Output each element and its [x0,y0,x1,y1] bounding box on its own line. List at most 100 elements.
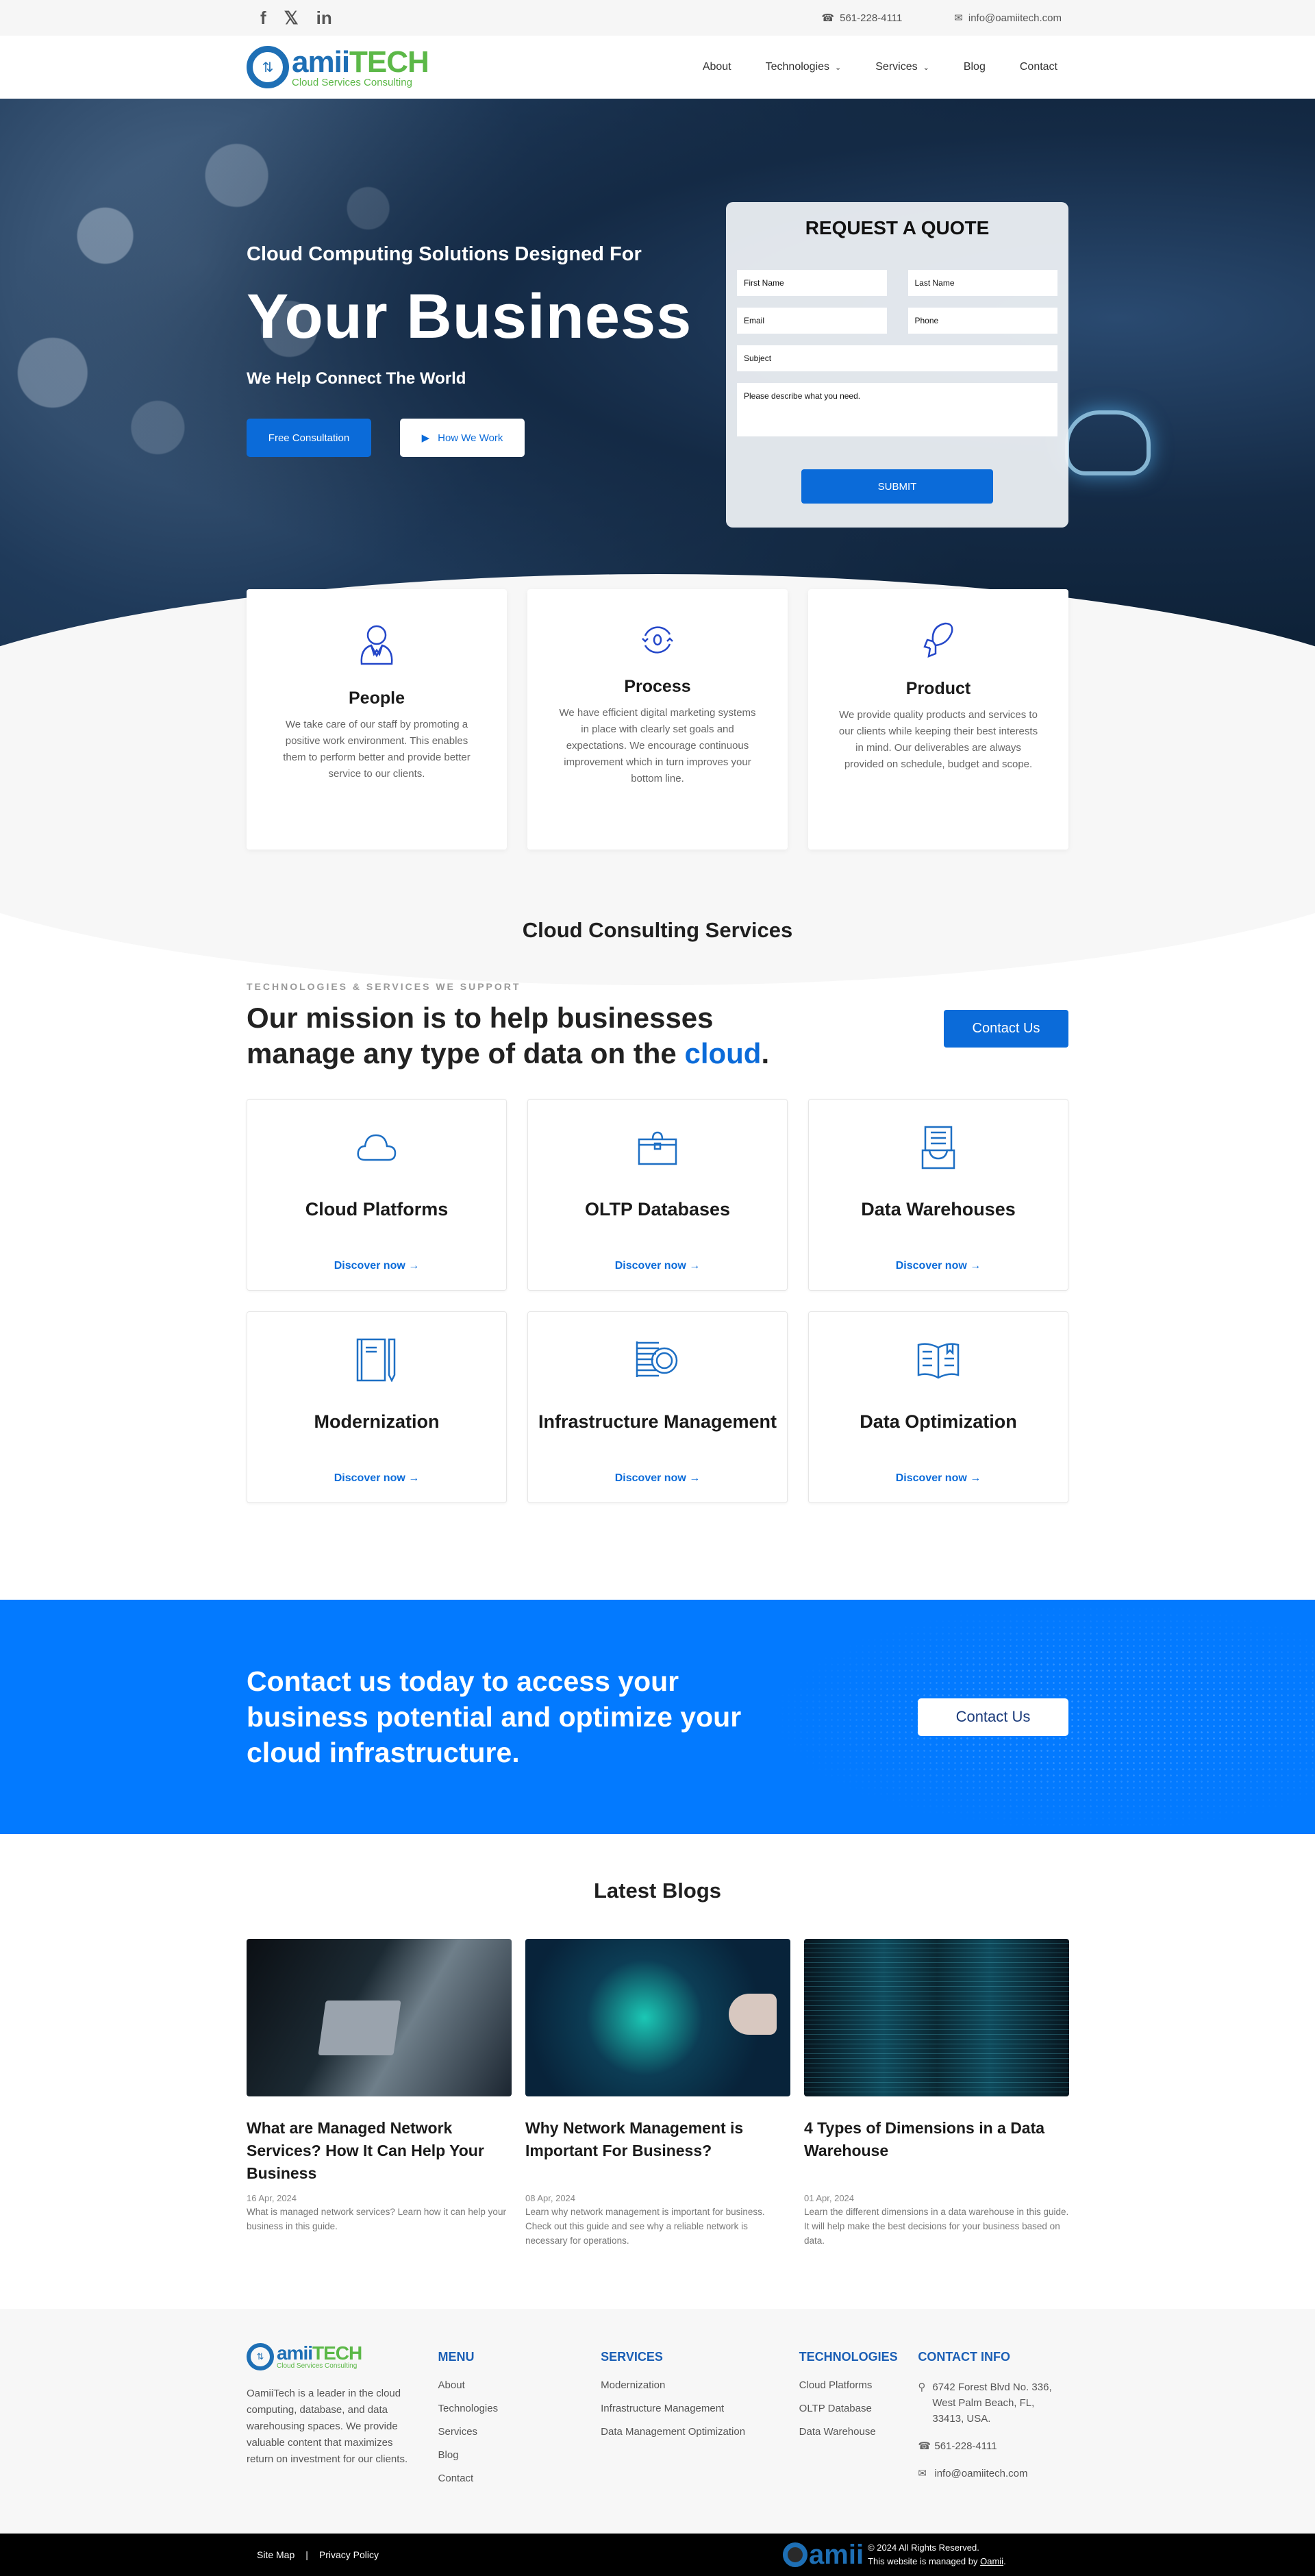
logo-tagline: Cloud Services Consulting [292,76,412,88]
service-card-infrastructure-management[interactable]: Infrastructure Management Discover now → [527,1311,788,1503]
blog-image[interactable] [804,1939,1069,2096]
contact-us-button[interactable]: Contact Us [944,1010,1068,1048]
discover-now-link[interactable]: Discover now → [334,1472,419,1485]
footer-email[interactable]: ✉ info@oamiitech.com [918,2466,1068,2481]
privacy-policy-link[interactable]: Privacy Policy [319,2549,379,2560]
phone-icon: ☎ [821,12,835,24]
how-we-work-button[interactable]: ▶ How We Work [400,419,525,457]
footer-link-infrastructure[interactable]: Infrastructure Management [601,2403,799,2414]
main-nav: About Technologies ⌄ Services ⌄ Blog Conta… [703,61,1057,73]
services-grid: Cloud Platforms Discover now → OLTP Data… [247,1099,1068,1503]
discover-now-link[interactable]: Discover now → [615,1472,700,1485]
service-card-data-warehouses[interactable]: Data Warehouses Discover now → [808,1099,1068,1291]
facebook-icon[interactable]: f [260,9,266,27]
email-icon: ✉ [954,12,963,24]
footer-address: ⚲ 6742 Forest Blvd No. 336, West Palm Bea… [918,2379,1068,2427]
blog-date: 01 Apr, 2024 [804,2193,855,2203]
feature-text: We provide quality products and services… [838,709,1038,770]
coins-stack-icon [528,1336,787,1384]
blog-card[interactable]: 4 Types of Dimensions in a Data Warehous… [804,1939,1069,2248]
message-textarea[interactable]: Please describe what you need. [737,383,1057,436]
x-twitter-icon[interactable]: 𝕏 [284,9,299,27]
person-icon [247,620,507,669]
email-field[interactable]: Email [737,308,887,334]
notebook-pencil-icon [247,1336,506,1384]
footer-services-heading: SERVICES [601,2350,663,2364]
footer-logo[interactable]: ⇅ amiiTECH Cloud Services Consulting [247,2343,438,2370]
footer-link-contact[interactable]: Contact [438,2473,601,2484]
blog-title[interactable]: 4 Types of Dimensions in a Data Warehous… [804,2117,1069,2185]
oamii-link[interactable]: Oamii [980,2556,1003,2566]
footer-link-about[interactable]: About [438,2379,601,2391]
footer-link-blog[interactable]: Blog [438,2449,601,2461]
blogs-section: Latest Blogs What are Managed Network Se… [0,1850,1315,2248]
service-card-data-optimization[interactable]: Data Optimization Discover now → [808,1311,1068,1503]
briefcase-icon [528,1124,787,1172]
chevron-down-icon: ⌄ [835,64,842,72]
service-card-oltp-databases[interactable]: OLTP Databases Discover now → [527,1099,788,1291]
blog-image[interactable] [247,1939,512,2096]
discover-now-link[interactable]: Discover now → [896,1260,981,1272]
blog-card[interactable]: Why Network Management is Important For … [525,1939,790,2248]
phone-icon: ☎ [918,2440,931,2452]
discover-now-link[interactable]: Discover now → [615,1260,700,1272]
first-name-field[interactable]: First Name [737,270,887,296]
feature-text: We take care of our staff by promoting a… [283,719,471,780]
last-name-field[interactable]: Last Name [907,270,1057,296]
footer-link-oltp[interactable]: OLTP Database [799,2403,918,2414]
nav-services[interactable]: Services ⌄ [875,61,929,73]
cta-banner: Contact us today to access your business… [0,1600,1315,1834]
footer-link-data-optimization[interactable]: Data Management Optimization [601,2426,799,2438]
logo-cloud-icon: ⇅ [247,46,289,88]
footer-link-cloud-platforms[interactable]: Cloud Platforms [799,2379,918,2391]
nav-blog[interactable]: Blog [964,61,986,73]
free-consultation-button[interactable]: Free Consultation [247,419,371,457]
subject-field[interactable]: Subject [737,345,1057,371]
footer-phone[interactable]: ☎ 561-228-4111 [918,2438,1068,2454]
blog-title[interactable]: Why Network Management is Important For … [525,2117,790,2185]
blog-image[interactable] [525,1939,790,2096]
footer-link-technologies[interactable]: Technologies [438,2403,601,2414]
footer: ⇅ amiiTECH Cloud Services Consulting Oam… [0,2309,1315,2534]
service-card-cloud-platforms[interactable]: Cloud Platforms Discover now → [247,1099,507,1291]
nav-contact[interactable]: Contact [1020,61,1057,73]
discover-now-link[interactable]: Discover now → [334,1260,419,1272]
cloud-icon [247,1124,506,1172]
footer-link-modernization[interactable]: Modernization [601,2379,799,2391]
feature-card-product: Product We provide quality products and … [808,589,1068,850]
footer-menu-heading: MENU [438,2350,475,2364]
service-card-modernization[interactable]: Modernization Discover now → [247,1311,507,1503]
oamii-agency-logo[interactable]: amii [783,2540,864,2571]
blog-card[interactable]: What are Managed Network Services? How I… [247,1939,512,2248]
discover-now-link[interactable]: Discover now → [896,1472,981,1485]
blog-excerpt: Learn why network management is importan… [525,2207,765,2246]
footer-link-services[interactable]: Services [438,2426,601,2438]
nav-technologies[interactable]: Technologies ⌄ [766,61,842,73]
section-eyebrow: TECHNOLOGIES & SERVICES WE SUPPORT [247,981,521,992]
topbar-phone[interactable]: ☎ 561-228-4111 [821,12,902,24]
footer-link-data-warehouse[interactable]: Data Warehouse [799,2426,918,2438]
site-map-link[interactable]: Site Map [257,2549,295,2560]
hero-subtitle: Cloud Computing Solutions Designed For [247,243,642,265]
phone-field[interactable]: Phone [907,308,1057,334]
feature-title: Product [905,679,971,698]
cta-contact-us-button[interactable]: Contact Us [918,1698,1068,1736]
feature-title: Process [624,677,691,696]
submit-button[interactable]: SUBMIT [801,469,993,504]
services-section: Cloud Consulting Services TECHNOLOGIES &… [0,891,1315,1503]
bottom-bar: Site Map | Privacy Policy amii © 2024 Al… [0,2534,1315,2576]
feature-text: We have efficient digital marketing syst… [559,707,756,784]
topbar-email[interactable]: ✉ info@oamiitech.com [954,12,1062,24]
footer-about: OamiiTech is a leader in the cloud compu… [247,2388,408,2465]
feature-title: People [349,689,405,708]
mission-statement: Our mission is to help businesses manage… [247,1002,770,1069]
inbox-tray-icon [809,1124,1068,1172]
blog-title[interactable]: What are Managed Network Services? How I… [247,2117,512,2185]
nav-about[interactable]: About [703,61,731,73]
copyright: © 2024 All Rights Reserved. This website… [868,2542,1006,2566]
blog-date: 16 Apr, 2024 [247,2193,297,2203]
chevron-down-icon: ⌄ [923,64,929,72]
linkedin-icon[interactable]: in [316,9,332,27]
logo[interactable]: ⇅ amiiTECH Cloud Services Consulting [247,46,429,88]
cycle-icon [527,622,788,658]
